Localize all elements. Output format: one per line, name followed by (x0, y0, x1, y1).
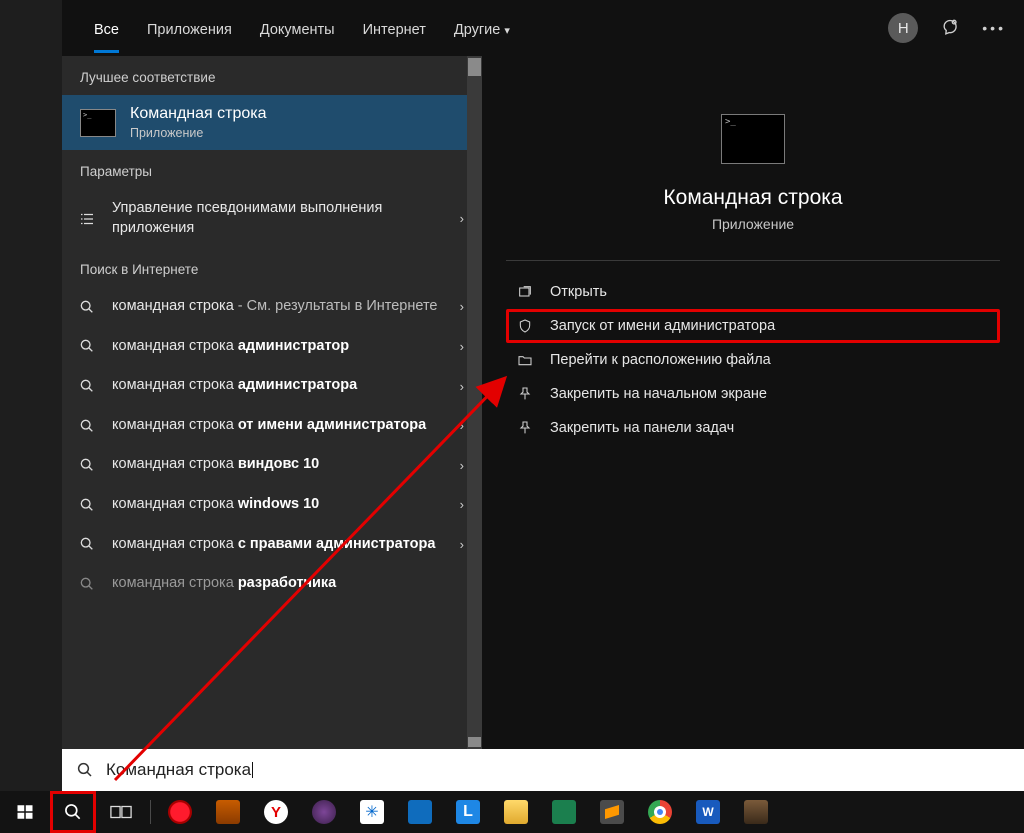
taskbar: Y ✳ L W (0, 791, 1024, 833)
chevron-right-icon: › (460, 497, 464, 512)
results-panel: Лучшее соответствие Командная строка При… (62, 56, 482, 749)
preview-subtitle: Приложение (712, 216, 794, 232)
best-match-title: Командная строка (130, 105, 267, 123)
divider (506, 260, 1000, 261)
taskbar-separator (150, 800, 151, 824)
taskbar-app-word[interactable]: W (685, 791, 731, 833)
web-result[interactable]: командная строка администратора › (62, 366, 482, 406)
task-view-button[interactable] (98, 791, 144, 833)
tab-all[interactable]: Все (80, 4, 133, 53)
taskbar-app-sublime[interactable] (589, 791, 635, 833)
web-result-partial[interactable]: командная строка разработчика (62, 564, 482, 604)
search-top-bar: Все Приложения Документы Интернет Другие… (62, 0, 1024, 56)
shield-icon (516, 318, 534, 334)
taskbar-app-generic-2[interactable] (733, 791, 779, 833)
taskbar-app-l[interactable]: L (445, 791, 491, 833)
section-settings: Параметры (62, 150, 482, 189)
chevron-right-icon: › (460, 339, 464, 354)
open-icon (516, 284, 534, 300)
chevron-right-icon: › (460, 299, 464, 314)
search-icon (76, 418, 98, 434)
section-best-match: Лучшее соответствие (62, 56, 482, 95)
chevron-right-icon: › (460, 379, 464, 394)
chevron-right-icon: › (460, 537, 464, 552)
action-pin-start[interactable]: Закрепить на начальном экране (506, 377, 1000, 411)
chevron-right-icon: › (460, 418, 464, 433)
web-result[interactable]: командная строка - См. результаты в Инте… (62, 287, 482, 327)
user-avatar[interactable]: Н (888, 13, 918, 43)
preview-panel: Командная строка Приложение Открыть Запу… (482, 56, 1024, 749)
web-result[interactable]: командная строка windows 10 › (62, 485, 482, 525)
taskbar-app-opera[interactable] (157, 791, 203, 833)
pin-icon (516, 386, 534, 402)
action-pin-taskbar[interactable]: Закрепить на панели задач (506, 411, 1000, 445)
web-result[interactable]: командная строка с правами администратор… (62, 525, 482, 565)
start-button[interactable] (2, 791, 48, 833)
tab-web[interactable]: Интернет (349, 4, 440, 53)
tab-apps[interactable]: Приложения (133, 4, 246, 53)
search-icon (76, 457, 98, 473)
search-tabs: Все Приложения Документы Интернет Другие… (80, 4, 888, 53)
taskbar-app-folder[interactable] (205, 791, 251, 833)
scrollbar-thumb[interactable] (468, 737, 481, 747)
taskbar-app-green[interactable] (541, 791, 587, 833)
section-web-search: Поиск в Интернете (62, 248, 482, 287)
settings-list-icon (76, 210, 98, 228)
taskbar-search-button[interactable] (50, 791, 96, 833)
result-best-match[interactable]: Командная строка Приложение (62, 95, 482, 150)
search-input-bar[interactable]: Командная строка (62, 749, 1024, 791)
search-icon (76, 576, 98, 592)
taskbar-app-tor[interactable] (301, 791, 347, 833)
search-icon (76, 761, 94, 779)
feedback-icon[interactable] (940, 18, 960, 38)
taskbar-app-yandex[interactable]: Y (253, 791, 299, 833)
chevron-down-icon: ▾ (504, 25, 510, 37)
search-icon (76, 378, 98, 394)
action-open[interactable]: Открыть (506, 275, 1000, 309)
taskbar-app-chrome[interactable] (637, 791, 683, 833)
search-input[interactable]: Командная строка (106, 760, 251, 780)
folder-icon (516, 352, 534, 368)
tab-documents[interactable]: Документы (246, 4, 349, 53)
taskbar-app-explorer[interactable] (493, 791, 539, 833)
tab-more[interactable]: Другие▾ (440, 4, 524, 53)
best-match-subtitle: Приложение (130, 126, 267, 140)
preview-title: Командная строка (663, 186, 842, 210)
cmd-icon (80, 109, 116, 137)
scrollbar[interactable] (467, 56, 482, 749)
search-icon (76, 536, 98, 552)
search-icon (76, 497, 98, 513)
taskbar-app-mail[interactable] (397, 791, 443, 833)
search-icon (76, 338, 98, 354)
chevron-right-icon: › (460, 211, 464, 226)
web-result[interactable]: командная строка от имени администратора… (62, 406, 482, 446)
cmd-icon (721, 114, 785, 164)
settings-alias-management[interactable]: Управление псевдонимами выполнения прило… (62, 189, 482, 248)
action-run-as-admin[interactable]: Запуск от имени администратора (506, 309, 1000, 343)
web-result[interactable]: командная строка виндовс 10 › (62, 445, 482, 485)
pin-icon (516, 420, 534, 436)
chevron-right-icon: › (460, 458, 464, 473)
search-icon (76, 299, 98, 315)
web-result[interactable]: командная строка администратор › (62, 327, 482, 367)
ellipsis-icon[interactable]: ••• (982, 20, 1006, 36)
taskbar-app-generic[interactable]: ✳ (349, 791, 395, 833)
scrollbar-thumb[interactable] (468, 58, 481, 76)
action-open-location[interactable]: Перейти к расположению файла (506, 343, 1000, 377)
